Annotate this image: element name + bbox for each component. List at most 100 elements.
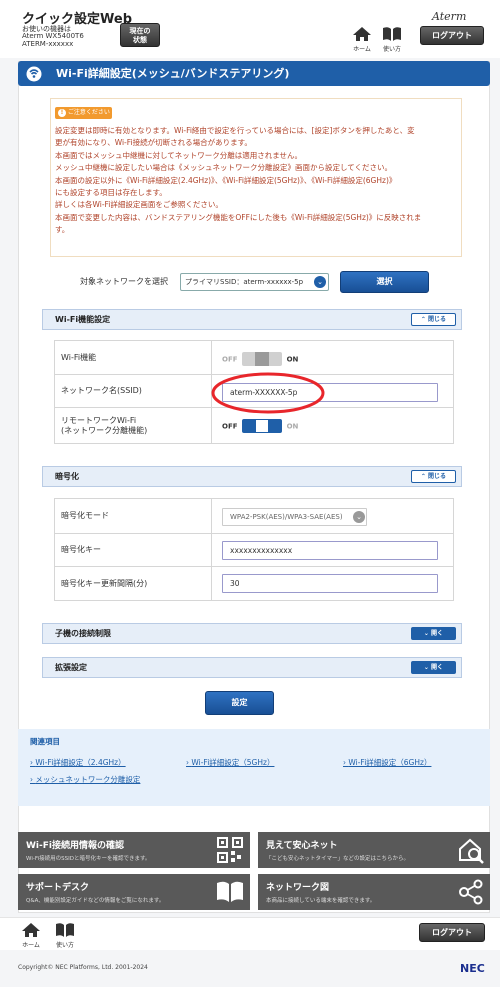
caution-badge-label: ご注意ください: [67, 109, 110, 116]
extended-expand-button[interactable]: ⌄ 開く: [411, 661, 456, 674]
copyright: Copyright© NEC Platforms, Ltd. 2001-2024: [18, 964, 148, 971]
client-restriction-title: 子機の接続制限: [55, 629, 111, 638]
aterm-logo: Aterm: [432, 10, 467, 23]
related-link-mesh-isolation[interactable]: › メッシュネットワーク分離設定: [30, 774, 140, 785]
status-button-line2: 状態: [133, 36, 147, 44]
remote-work-label-line2: (ネットワーク分離機能): [61, 426, 148, 435]
home-label: ホーム: [22, 942, 40, 949]
switch-track: [242, 419, 283, 433]
current-status-button[interactable]: 現在の 状態: [120, 23, 160, 47]
device-name: ATERM-xxxxxx: [22, 40, 74, 48]
encryption-mode-select[interactable]: WPA2-PSK(AES)/WPA3-SAE(AES): [222, 508, 367, 526]
page-title: Wi-Fi詳細設定(メッシュ/バンドステアリング): [18, 61, 490, 86]
home-label: ホーム: [353, 46, 371, 53]
book-icon: [217, 881, 243, 902]
caution-text: 設定変更は即時に有効となります。Wi-Fi経由で設定を行っている場合には、[設定…: [55, 125, 460, 237]
client-restriction-expand-button[interactable]: ⌄ 開く: [411, 627, 456, 640]
related-link-wifi-5ghz[interactable]: › Wi-Fi詳細設定（5GHz）: [186, 757, 274, 768]
wifi-section-collapse-button[interactable]: ⌃ 閉じる: [411, 313, 456, 326]
encryption-section-header[interactable]: 暗号化: [42, 466, 462, 487]
caution-line: 本画面の設定以外に《Wi-Fi詳細設定(2.4GHz)》、《Wi-Fi詳細設定(…: [55, 175, 397, 185]
caution-line: す。: [55, 225, 70, 235]
encryption-settings-table: 暗号化モード WPA2-PSK(AES)/WPA3-SAE(AES) ⌄ 暗号化…: [54, 498, 454, 601]
encryption-key-label: 暗号化キー: [55, 534, 212, 566]
extended-section-title: 拡張設定: [55, 663, 87, 672]
client-restriction-section-header[interactable]: 子機の接続制限: [42, 623, 462, 644]
nec-logo: NEC: [460, 962, 485, 975]
footer-usage-nav[interactable]: 使い方: [52, 922, 78, 949]
switch-knob: [255, 419, 270, 433]
chevron-down-icon: ⌄: [423, 664, 429, 671]
footer-logout-button[interactable]: ログアウト: [419, 923, 485, 942]
caution-line: 本画面ではメッシュ中継機に対してネットワーク分離は適用されません。: [55, 150, 303, 160]
wifi-function-switch[interactable]: OFF ON: [222, 352, 298, 366]
remote-work-label-line1: リモートワークWi-Fi: [61, 416, 137, 425]
switch-knob: [255, 352, 270, 366]
usage-nav[interactable]: 使い方: [379, 26, 405, 53]
switch-on-label: ON: [286, 422, 299, 431]
caution-line: 詳しくは各Wi-Fi詳細設定画面をご参照ください。: [55, 200, 223, 210]
tile-subtitle: Wi-Fi接続用のSSIDと暗号化キーを確認できます。: [26, 856, 151, 862]
extended-section-header[interactable]: 拡張設定: [42, 657, 462, 678]
tile-title: サポートデスク: [26, 883, 90, 893]
tile-subtitle: Q&A、機能別設定ガイドなどの情報をご覧になれます。: [26, 898, 165, 904]
remote-work-label: リモートワークWi-Fi (ネットワーク分離機能): [55, 408, 212, 444]
collapse-label: 閉じる: [428, 473, 447, 480]
usage-label: 使い方: [382, 46, 401, 53]
network-select-label: 対象ネットワークを選択: [80, 277, 168, 286]
tile-title: ネットワーク図: [266, 883, 330, 893]
switch-off-label: OFF: [222, 355, 238, 364]
book-icon: [56, 923, 74, 937]
ssid-label: ネットワーク名(SSID): [55, 375, 212, 407]
footer-home-nav[interactable]: ホーム: [18, 922, 44, 949]
key-interval-input[interactable]: 30: [222, 574, 438, 593]
wifi-function-label: Wi-Fi機能: [55, 341, 212, 374]
network-select[interactable]: プライマリSSID：aterm-xxxxxx-5p: [180, 273, 329, 291]
switch-on-label: ON: [286, 355, 299, 364]
encryption-key-input[interactable]: xxxxxxxxxxxxxx: [222, 541, 438, 560]
home-icon: [22, 923, 40, 937]
wifi-section-header[interactable]: Wi-Fi機能設定: [42, 309, 462, 330]
encryption-section-collapse-button[interactable]: ⌃ 閉じる: [411, 470, 456, 483]
logout-button[interactable]: ログアウト: [420, 26, 484, 45]
table-row: 暗号化モード WPA2-PSK(AES)/WPA3-SAE(AES) ⌄: [55, 499, 453, 534]
chevron-up-icon: ⌃: [420, 473, 426, 480]
encryption-mode-label: 暗号化モード: [55, 499, 212, 533]
caution-icon: !: [58, 109, 66, 117]
related-link-label: Wi-Fi詳細設定（5GHz）: [191, 758, 275, 767]
select-button[interactable]: 選択: [340, 271, 429, 293]
caution-line: メッシュ中継機に設定したい場合は《メッシュネットワーク分離設定》画面から設定して…: [55, 163, 393, 173]
tile-wifi-connection-info[interactable]: Wi-Fi接続用情報の確認 Wi-Fi接続用のSSIDと暗号化キーを確認できます…: [18, 832, 250, 868]
tile-subtitle: 「こども安心ネットタイマー」などの設定はこちらから。: [266, 856, 410, 862]
save-button[interactable]: 設定: [205, 691, 274, 715]
expand-label: 開く: [431, 664, 444, 671]
chevron-up-icon: ⌃: [420, 316, 426, 323]
caution-line: 更が有効になり、Wi-Fi接続が切断される場合があります。: [55, 138, 252, 148]
encryption-mode-value: WPA2-PSK(AES)/WPA3-SAE(AES): [230, 513, 343, 521]
tile-mieru-anshin-net[interactable]: 見えて安心ネット 「こども安心ネットタイマー」などの設定はこちらから。: [258, 832, 490, 868]
book-icon: [383, 27, 401, 41]
related-link-label: Wi-Fi詳細設定（2.4GHz）: [35, 758, 126, 767]
home-nav[interactable]: ホーム: [349, 26, 375, 53]
network-icon: [459, 879, 483, 905]
caution-line: にも設定する項目は存在します。: [55, 188, 167, 198]
chevron-down-icon: ⌄: [423, 630, 429, 637]
related-link-wifi-6ghz[interactable]: › Wi-Fi詳細設定（6GHz）: [343, 757, 431, 768]
encryption-section-title: 暗号化: [55, 472, 79, 481]
related-title: 関連項目: [30, 737, 60, 746]
tile-title: Wi-Fi接続用情報の確認: [26, 841, 124, 851]
network-select-value: プライマリSSID：aterm-xxxxxx-5p: [185, 278, 304, 286]
status-button-line1: 現在の: [129, 27, 151, 35]
related-link-wifi-24ghz[interactable]: › Wi-Fi詳細設定（2.4GHz）: [30, 757, 126, 768]
switch-off-label: OFF: [222, 422, 238, 431]
caution-line: 設定変更は即時に有効となります。Wi-Fi経由で設定を行っている場合には、[設定…: [55, 126, 415, 135]
chevron-down-icon: ⌄: [314, 276, 326, 288]
tile-network-map[interactable]: ネットワーク図 本商品に接続している端末を確認できます。: [258, 874, 490, 910]
chevron-down-icon: ⌄: [353, 511, 365, 523]
tile-subtitle: 本商品に接続している端末を確認できます。: [266, 898, 376, 904]
remote-work-switch[interactable]: OFF ON: [222, 419, 298, 433]
expand-label: 開く: [431, 630, 444, 637]
table-row: 暗号化キー更新間隔(分) 30: [55, 567, 453, 601]
home-icon: [353, 27, 371, 41]
tile-support-desk[interactable]: サポートデスク Q&A、機能別設定ガイドなどの情報をご覧になれます。: [18, 874, 250, 910]
